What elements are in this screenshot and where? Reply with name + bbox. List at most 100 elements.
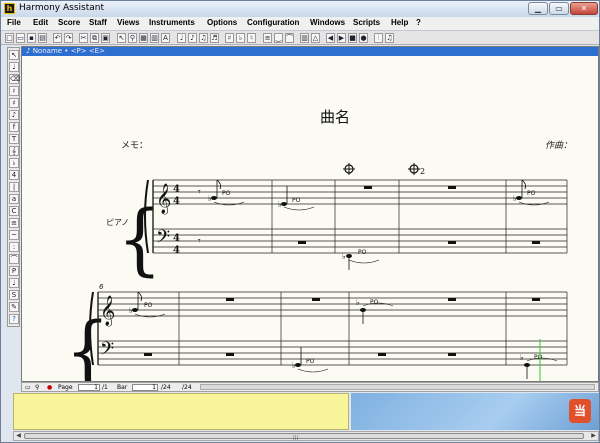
sharp-icon[interactable]: ♯	[225, 33, 234, 43]
menu-scripts[interactable]: Scripts	[353, 18, 380, 27]
natural-icon[interactable]: ♮	[247, 33, 256, 43]
menu-instruments[interactable]: Instruments	[149, 18, 195, 27]
menu-edit[interactable]: Edit	[33, 18, 48, 27]
svg-text:♭: ♭	[342, 252, 346, 261]
clef-icon[interactable]: 𝄞	[9, 146, 19, 156]
new-icon[interactable]: □	[5, 33, 14, 43]
lyrics-icon[interactable]: a	[9, 194, 19, 204]
copy-icon[interactable]: ⧉	[90, 33, 99, 43]
record-icon[interactable]: ●	[47, 384, 52, 391]
redo-icon[interactable]: ↷	[64, 33, 73, 43]
scroll-thumb[interactable]: |||	[24, 433, 584, 441]
help-icon[interactable]: ?	[9, 314, 19, 324]
loop-icon[interactable]: S	[9, 290, 19, 300]
chord-icon[interactable]: ≡	[263, 33, 272, 43]
grid-icon[interactable]: ▦	[139, 33, 148, 43]
status-scrollbar[interactable]	[200, 384, 595, 390]
bar-field[interactable]: 1	[132, 384, 158, 391]
staff-icon[interactable]: ≡	[9, 218, 19, 228]
bass-clef-icon: 𝄢	[100, 339, 114, 364]
ornament-icon[interactable]: ~	[9, 230, 19, 240]
mixer-icon[interactable]: ⫶	[374, 33, 383, 43]
lyric: PO	[144, 302, 153, 309]
text-icon[interactable]: A	[161, 33, 170, 43]
audio-icon[interactable]: ♫	[385, 33, 394, 43]
lyric: PO	[358, 249, 367, 256]
play-icon[interactable]: ▶	[337, 33, 346, 43]
menu-file[interactable]: File	[7, 18, 21, 27]
text-tool-icon[interactable]: T	[9, 134, 19, 144]
paste-icon[interactable]: ▣	[101, 33, 110, 43]
document-tab[interactable]: ♪ Noname • <P> <E>	[22, 47, 598, 56]
menu-views[interactable]: Views	[117, 18, 140, 27]
pedal-icon[interactable]: P	[9, 266, 19, 276]
minimize-button[interactable]: ▁	[528, 2, 548, 15]
lyric: PO	[222, 190, 231, 197]
eraser-icon[interactable]: ⌫	[9, 74, 20, 84]
menu-staff[interactable]: Staff	[89, 18, 107, 27]
app-icon: h	[4, 3, 15, 14]
zoom-icon[interactable]: ⚲	[128, 33, 137, 43]
cut-icon[interactable]: ✂	[79, 33, 88, 43]
system-2: { 𝄞 𝄢 ♭ PO ♭ PO ♭ PO ♭ PO	[65, 291, 568, 381]
score-canvas[interactable]: 曲名 メモ： 作曲： ピアノ 6 2 {𝄞 𝄢 4 4 4 4 𝄾 ♭ PO …	[22, 56, 598, 381]
metronome-icon[interactable]: △	[311, 33, 320, 43]
svg-text:4: 4	[173, 245, 180, 256]
undo-icon[interactable]: ↶	[53, 33, 62, 43]
note-tool-icon[interactable]: ♩	[9, 62, 19, 72]
menu-windows[interactable]: Windows	[310, 18, 345, 27]
sixteenth-note-icon[interactable]: ♬	[210, 33, 219, 43]
flat-icon[interactable]: ♭	[236, 33, 245, 43]
time-signature: 4	[173, 184, 180, 195]
pointer-icon[interactable]: ↖	[9, 50, 19, 60]
tie-icon[interactable]: ‿	[274, 33, 283, 43]
slur-icon[interactable]: ⌒	[285, 33, 294, 43]
menu-about[interactable]: ?	[416, 18, 421, 27]
horizontal-scrollbar[interactable]: ◀ ||| ▶	[13, 431, 599, 441]
rewind-icon[interactable]: ◀	[326, 33, 335, 43]
menu-options[interactable]: Options	[207, 18, 237, 27]
menu-score[interactable]: Score	[58, 18, 80, 27]
whole-rest	[378, 353, 386, 356]
repeat-icon[interactable]: :	[9, 242, 19, 252]
whole-rest	[312, 298, 320, 301]
quarter-note-icon[interactable]: ♩	[177, 33, 186, 43]
tempo-icon[interactable]: ♩	[9, 278, 19, 288]
bar-icon[interactable]: |	[9, 182, 19, 192]
scroll-left-icon[interactable]: ◀	[14, 432, 23, 440]
menu-configuration[interactable]: Configuration	[247, 18, 299, 27]
slur-tool-icon[interactable]: ⌒	[9, 254, 19, 264]
dynamics-icon[interactable]: f	[9, 122, 19, 132]
beamed-note-icon[interactable]: ♫	[199, 33, 208, 43]
accidental-icon[interactable]: ♯	[9, 98, 19, 108]
record-icon[interactable]: ●	[359, 33, 368, 43]
key-icon[interactable]: ♭	[9, 158, 19, 168]
chord-tool-icon[interactable]: C	[9, 206, 19, 216]
select-icon[interactable]: ↖	[117, 33, 126, 43]
page-field[interactable]: 1	[78, 384, 100, 391]
menu-bar: File Edit Score Staff Views Instruments …	[1, 17, 599, 31]
zoom-icon[interactable]: ⚲	[35, 384, 39, 391]
view-icon[interactable]: ▭	[25, 384, 31, 391]
menu-help[interactable]: Help	[391, 18, 408, 27]
stop-icon[interactable]: ■	[348, 33, 357, 43]
layout-icon[interactable]: ▥	[150, 33, 159, 43]
svg-text:♭: ♭	[208, 194, 212, 203]
whole-rest	[448, 298, 456, 301]
pen-icon[interactable]: ✎	[9, 302, 19, 312]
time-icon[interactable]: 4	[9, 170, 19, 180]
tie-icon[interactable]: ♪	[9, 110, 19, 120]
maximize-button[interactable]: ▭	[549, 2, 569, 15]
print-icon[interactable]: ▤	[38, 33, 47, 43]
lyric: PO	[534, 354, 543, 361]
scroll-right-icon[interactable]: ▶	[589, 432, 598, 440]
lyrics-pane[interactable]	[13, 393, 349, 430]
eighth-note-icon[interactable]: ♪	[188, 33, 197, 43]
open-icon[interactable]: ▭	[16, 33, 25, 43]
lyric: PO	[292, 197, 301, 204]
save-icon[interactable]: ▪	[27, 33, 36, 43]
rest-tool-icon[interactable]: 𝄽	[9, 86, 19, 96]
close-button[interactable]: ✕	[570, 2, 598, 15]
rest: 𝄾	[198, 236, 201, 247]
keyboard-icon[interactable]: ▥	[300, 33, 309, 43]
